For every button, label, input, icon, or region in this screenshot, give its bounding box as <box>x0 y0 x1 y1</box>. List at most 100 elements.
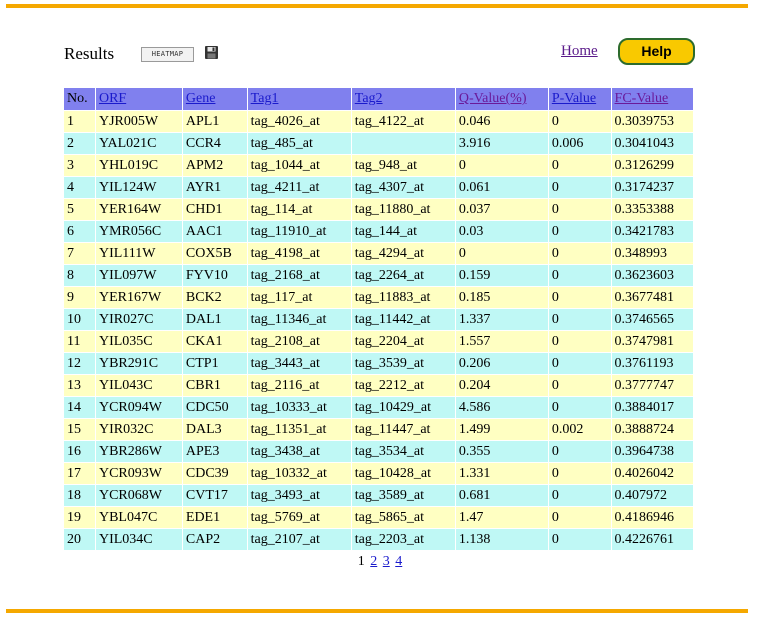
column-header-fc-value[interactable]: FC-Value <box>610 87 695 111</box>
cell-q-value: 3.916 <box>454 132 549 155</box>
cell-fc-value: 0.3888724 <box>610 418 695 441</box>
cell-p-value: 0 <box>547 220 612 243</box>
cell-tag1: tag_10332_at <box>246 462 352 485</box>
cell-p-value: 0 <box>547 352 612 375</box>
cell-tag1: tag_4026_at <box>246 110 352 133</box>
cell-gene: FYV10 <box>181 264 248 287</box>
cell-tag2: tag_2264_at <box>350 264 456 287</box>
cell-q-value: 0.204 <box>454 374 549 397</box>
cell-tag1: tag_2107_at <box>246 528 352 551</box>
cell-fc-value: 0.3353388 <box>610 198 695 221</box>
cell-tag2: tag_11880_at <box>350 198 456 221</box>
home-link[interactable]: Home <box>561 43 598 60</box>
cell-p-value: 0 <box>547 374 612 397</box>
cell-q-value: 1.138 <box>454 528 549 551</box>
cell-fc-value: 0.4186946 <box>610 506 695 529</box>
sort-link-fc-value[interactable]: FC-Value <box>615 91 669 106</box>
cell-orf: YJR005W <box>94 110 183 133</box>
sort-link-q-value[interactable]: Q-Value(%) <box>459 91 527 106</box>
cell-q-value: 0.355 <box>454 440 549 463</box>
cell-tag1: tag_3443_at <box>246 352 352 375</box>
cell-orf: YAL021C <box>94 132 183 155</box>
sort-link-orf[interactable]: ORF <box>99 91 126 106</box>
table-row: 8 YIL097W FYV10 tag_2168_at tag_2264_at 0.159… <box>63 264 695 287</box>
sort-link-tag2[interactable]: Tag2 <box>355 91 383 106</box>
cell-p-value: 0 <box>547 528 612 551</box>
cell-q-value: 0.159 <box>454 264 549 287</box>
table-row: 7 YIL111W COX5B tag_4198_at tag_4294_at 0 0 0.3… <box>63 242 695 265</box>
table-row: 1 YJR005W APL1 tag_4026_at tag_4122_at 0.046 0… <box>63 110 695 133</box>
cell-no: 14 <box>63 396 96 419</box>
cell-orf: YIL034C <box>94 528 183 551</box>
table-row: 11 YIL035C CKA1 tag_2108_at tag_2204_at 1.557… <box>63 330 695 353</box>
cell-fc-value: 0.4026042 <box>610 462 695 485</box>
table-row: 16 YBR286W APE3 tag_3438_at tag_3534_at 0.355… <box>63 440 695 463</box>
sort-link-tag1[interactable]: Tag1 <box>251 91 279 106</box>
cell-p-value: 0 <box>547 484 612 507</box>
cell-no: 17 <box>63 462 96 485</box>
page-link-3[interactable]: 3 <box>383 554 390 569</box>
page-link-4[interactable]: 4 <box>395 554 402 569</box>
floppy-disk-icon[interactable] <box>205 46 218 59</box>
cell-p-value: 0 <box>547 242 612 265</box>
cell-no: 5 <box>63 198 96 221</box>
cell-gene: CAP2 <box>181 528 248 551</box>
sort-link-p-value[interactable]: P-Value <box>552 91 596 106</box>
cell-fc-value: 0.3964738 <box>610 440 695 463</box>
cell-p-value: 0.002 <box>547 418 612 441</box>
cell-no: 8 <box>63 264 96 287</box>
cell-tag1: tag_2116_at <box>246 374 352 397</box>
cell-q-value: 1.557 <box>454 330 549 353</box>
cell-p-value: 0 <box>547 308 612 331</box>
cell-q-value: 1.47 <box>454 506 549 529</box>
table-row: 19 YBL047C EDE1 tag_5769_at tag_5865_at 1.47 0… <box>63 506 695 529</box>
table-row: 17 YCR093W CDC39 tag_10332_at tag_10428_at 1.… <box>63 462 695 485</box>
cell-tag1: tag_11346_at <box>246 308 352 331</box>
table-row: 6 YMR056C AAC1 tag_11910_at tag_144_at 0.03 0 0… <box>63 220 695 243</box>
sort-link-gene[interactable]: Gene <box>186 91 216 106</box>
help-button[interactable]: Help <box>618 38 695 65</box>
cell-orf: YBR286W <box>94 440 183 463</box>
cell-q-value: 1.337 <box>454 308 549 331</box>
cell-orf: YBL047C <box>94 506 183 529</box>
cell-gene: COX5B <box>181 242 248 265</box>
cell-gene: APM2 <box>181 154 248 177</box>
column-header-p-value[interactable]: P-Value <box>547 87 612 111</box>
cell-tag2: tag_3539_at <box>350 352 456 375</box>
table-row: 9 YER167W BCK2 tag_117_at tag_11883_at 0.185 0… <box>63 286 695 309</box>
cell-no: 10 <box>63 308 96 331</box>
cell-p-value: 0 <box>547 198 612 221</box>
cell-tag2: tag_2203_at <box>350 528 456 551</box>
cell-gene: CHD1 <box>181 198 248 221</box>
cell-gene: DAL3 <box>181 418 248 441</box>
cell-p-value: 0 <box>547 330 612 353</box>
cell-gene: APE3 <box>181 440 248 463</box>
cell-tag1: tag_2108_at <box>246 330 352 353</box>
page-link-2[interactable]: 2 <box>370 554 377 569</box>
cell-q-value: 0.206 <box>454 352 549 375</box>
column-header-orf[interactable]: ORF <box>94 87 183 111</box>
cell-fc-value: 0.3677481 <box>610 286 695 309</box>
table-row: 3 YHL019C APM2 tag_1044_at tag_948_at 0 0 0.312… <box>63 154 695 177</box>
cell-orf: YIL111W <box>94 242 183 265</box>
cell-tag2: tag_2212_at <box>350 374 456 397</box>
cell-tag2: tag_948_at <box>350 154 456 177</box>
cell-gene: AYR1 <box>181 176 248 199</box>
cell-gene: CDC50 <box>181 396 248 419</box>
cell-fc-value: 0.3126299 <box>610 154 695 177</box>
cell-tag1: tag_2168_at <box>246 264 352 287</box>
page-title: Results <box>64 44 115 63</box>
cell-tag1: tag_1044_at <box>246 154 352 177</box>
column-header-tag1[interactable]: Tag1 <box>246 87 352 111</box>
column-header-tag2[interactable]: Tag2 <box>350 87 456 111</box>
cell-tag2: tag_2204_at <box>350 330 456 353</box>
cell-tag1: tag_11351_at <box>246 418 352 441</box>
cell-q-value: 0.681 <box>454 484 549 507</box>
column-header-gene[interactable]: Gene <box>181 87 248 111</box>
cell-tag1: tag_117_at <box>246 286 352 309</box>
column-header-q-value[interactable]: Q-Value(%) <box>454 87 549 111</box>
heatmap-button[interactable]: HEATMAP <box>141 47 194 62</box>
cell-no: 9 <box>63 286 96 309</box>
cell-no: 16 <box>63 440 96 463</box>
cell-orf: YMR056C <box>94 220 183 243</box>
